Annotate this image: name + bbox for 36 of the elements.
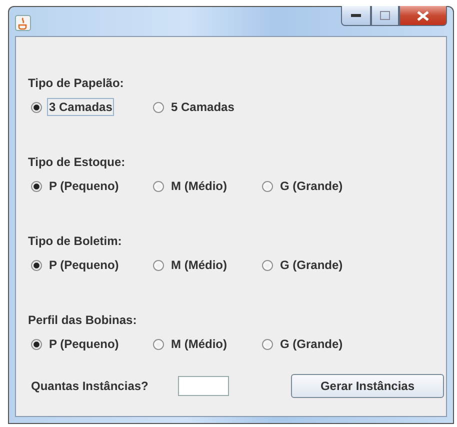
close-button[interactable] (399, 6, 447, 26)
radio-label[interactable]: G (Grande) (278, 177, 345, 195)
java-cup-icon (15, 15, 31, 31)
close-icon (417, 10, 429, 20)
instances-field[interactable] (178, 376, 229, 396)
radio-button[interactable] (262, 180, 273, 192)
radio-label[interactable]: G (Grande) (278, 335, 345, 353)
radio-label[interactable]: 3 Camadas (47, 98, 114, 116)
radio-button[interactable] (262, 260, 273, 270)
generate-button[interactable]: Gerar Instâncias (291, 374, 444, 398)
radio-button[interactable] (31, 338, 42, 350)
radio-label[interactable]: 5 Camadas (169, 98, 236, 116)
radio-label[interactable]: M (Médio) (169, 177, 229, 195)
radio-label[interactable]: P (Pequeno) (47, 335, 121, 353)
instances-label: Quantas Instâncias? (31, 379, 150, 393)
radio-button[interactable] (153, 260, 164, 270)
minimize-icon (351, 14, 361, 18)
group-heading: Perfil das Bobinas: (28, 313, 138, 327)
radio-button[interactable] (31, 180, 42, 192)
group-heading: Tipo de Papelão: (28, 76, 125, 90)
radio-label[interactable]: P (Pequeno) (47, 177, 121, 195)
radio-label[interactable]: G (Grande) (278, 256, 345, 274)
radio-button[interactable] (153, 338, 164, 350)
minimize-button[interactable] (341, 6, 371, 26)
radio-label[interactable]: M (Médio) (169, 335, 229, 353)
radio-label[interactable]: P (Pequeno) (47, 256, 121, 274)
radio-button[interactable] (31, 260, 42, 270)
radio-button[interactable] (31, 102, 42, 112)
group-heading: Tipo de Boletim: (28, 234, 123, 248)
maximize-icon (380, 11, 390, 20)
group-heading: Tipo de Estoque: (28, 155, 126, 169)
maximize-button[interactable] (371, 6, 399, 26)
radio-button[interactable] (153, 102, 164, 112)
radio-button[interactable] (153, 180, 164, 192)
radio-button[interactable] (262, 338, 273, 350)
radio-label[interactable]: M (Médio) (169, 256, 229, 274)
